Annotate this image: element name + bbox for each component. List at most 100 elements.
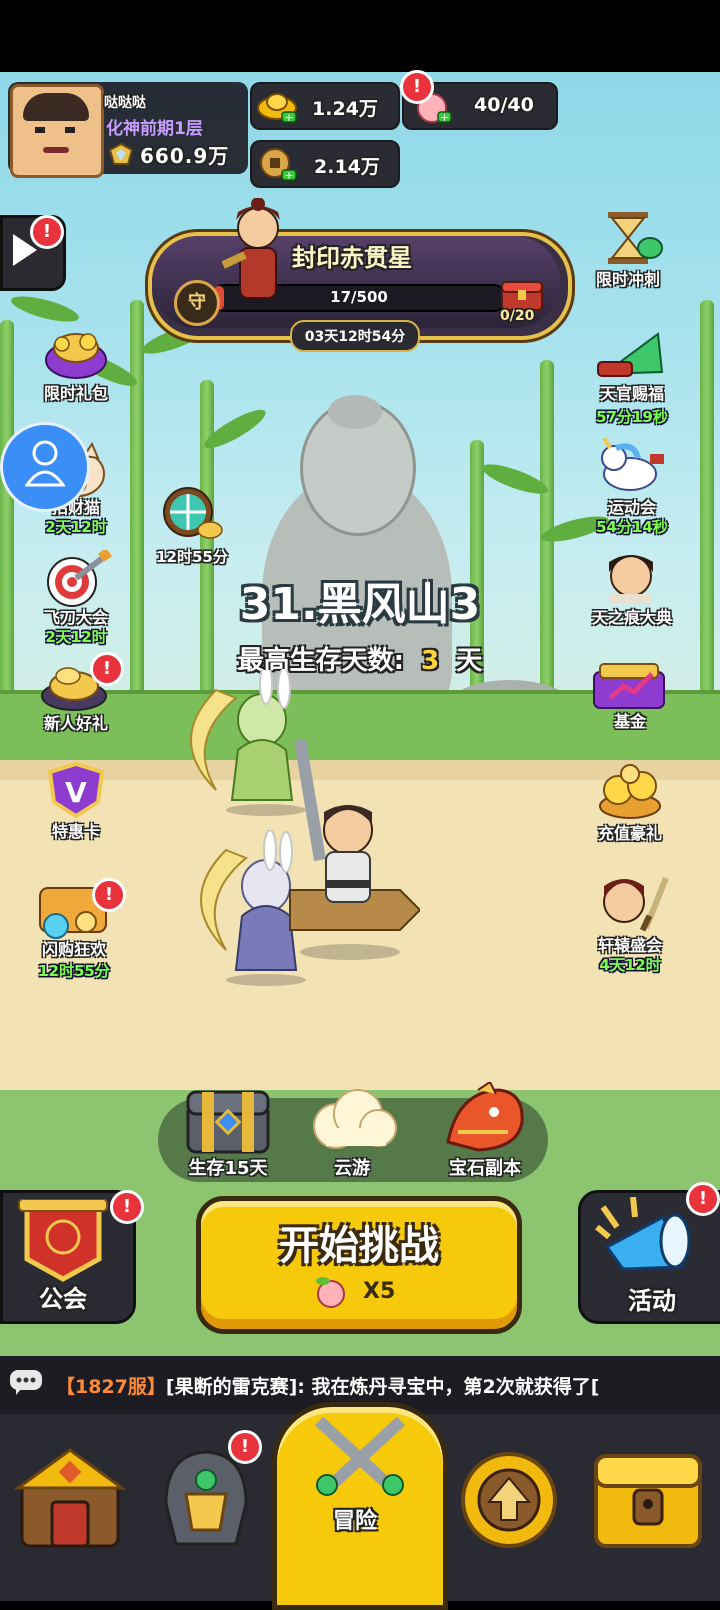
- guild-alert-badge: !: [110, 1190, 144, 1224]
- bamboo-decoration: [0, 320, 14, 700]
- limited-gift-pack-button[interactable]: 限时礼包: [36, 322, 116, 406]
- right-menu-timer: 4天12时: [599, 956, 661, 974]
- heaven-scar-ceremony-button[interactable]: 天之痕大典: [580, 546, 684, 630]
- avatar-eye: [65, 127, 75, 133]
- right-menu-label: 天官赐福: [599, 384, 664, 403]
- mode-label: 生存15天: [188, 1158, 268, 1179]
- heavenly-blessing-button[interactable]: 天官赐福 57分19秒: [586, 322, 676, 432]
- nav-home-button[interactable]: [4, 1430, 136, 1580]
- left-menu-timer: 2天12时: [45, 518, 107, 536]
- right-menu-label: 轩辕盛会: [597, 936, 662, 955]
- wheel-timer: 12时55分: [156, 548, 228, 566]
- stamina-alert-badge: !: [400, 70, 434, 104]
- status-bar: [0, 0, 720, 72]
- sports-meet-button[interactable]: 运动会 54分14秒: [586, 436, 676, 546]
- survival-unit: 天: [456, 646, 483, 676]
- flying-knife-event-button[interactable]: 飞刀大会 2天12时: [36, 548, 116, 648]
- sword-hero-icon: [594, 872, 670, 934]
- right-menu-timer: 57分19秒: [596, 408, 668, 426]
- left-menu-label: 特惠卡: [51, 822, 100, 841]
- left-menu-label: 闪购狂欢: [41, 940, 106, 959]
- right-menu-timer: 54分14秒: [596, 518, 668, 536]
- coin-pile-icon: [594, 764, 666, 820]
- treasure-chest-icon[interactable]: [498, 276, 546, 312]
- user-profile-button[interactable]: [0, 422, 90, 512]
- copper-coin-icon: +: [256, 146, 298, 182]
- dragon-icon: [438, 1080, 530, 1154]
- gold-ingot-icon: +: [256, 88, 298, 124]
- left-menu-label: 飞刀大会: [43, 608, 108, 627]
- coin-amount: 2.14万: [314, 156, 380, 178]
- nav-adventure-button[interactable]: 冒险: [272, 1402, 448, 1610]
- stamina-amount: 40/40: [474, 94, 534, 116]
- chat-bubble-icon: [8, 1368, 44, 1396]
- peach-cost-icon: [313, 1275, 349, 1309]
- svg-text:+: +: [284, 169, 293, 182]
- bamboo-decoration: [130, 300, 144, 720]
- gold-amount: 1.24万: [312, 98, 378, 120]
- survival-mode-button[interactable]: 生存15天: [178, 1080, 278, 1180]
- svg-text:+: +: [440, 111, 449, 124]
- mode-label: 云游: [334, 1158, 370, 1179]
- survival-value: 3: [421, 646, 440, 676]
- left-menu-timer: 12时55分: [38, 962, 110, 980]
- avatar-hair: [23, 93, 89, 121]
- player-avatar[interactable]: [10, 84, 104, 178]
- activity-alert-badge: !: [686, 1182, 720, 1216]
- stage-title: 31.黑风山3: [239, 579, 481, 630]
- start-challenge-label: 开始挑战: [279, 1223, 439, 1269]
- special-card-button[interactable]: V 特惠卡: [34, 760, 118, 844]
- xuanyuan-festival-button[interactable]: 轩辕盛会 4天12时: [586, 870, 676, 980]
- left-menu-label: 新人好礼: [43, 714, 108, 733]
- fan-icon: [594, 324, 668, 380]
- shield-icon: 守: [174, 280, 220, 326]
- flash-sale-alert-badge: !: [92, 878, 126, 912]
- event-timer-pill: 03天12时54分: [290, 320, 420, 352]
- svg-text:V: V: [65, 776, 87, 809]
- chat-message-line: 【1827服】[果断的雷克赛]: 我在炼丹寻宝中，第2次就获得了[: [56, 1372, 716, 1399]
- player-realm: 化神前期1层: [106, 119, 203, 139]
- right-menu-label: 天之痕大典: [591, 608, 672, 627]
- crossed-swords-icon: [305, 1411, 415, 1501]
- left-menu-timer: 2天12时: [45, 628, 107, 646]
- statue-topknot: [328, 395, 382, 429]
- castle-icon: [13, 1444, 127, 1554]
- guild-banner-icon: [13, 1198, 113, 1283]
- target-knife-icon: [42, 548, 114, 610]
- avatar-eye: [35, 127, 45, 133]
- nav-upgrade-button[interactable]: [446, 1430, 570, 1580]
- limited-sprint-button[interactable]: 限时冲刺: [586, 208, 672, 292]
- cloud-travel-mode-button[interactable]: 云游: [302, 1080, 402, 1180]
- user-icon: [24, 439, 66, 489]
- horn-icon: [593, 1196, 703, 1281]
- mode-label: 宝石副本: [449, 1158, 521, 1179]
- right-menu-label: 限时冲刺: [595, 270, 660, 289]
- vip-shield-icon: V: [44, 761, 108, 819]
- unicorn-icon: [594, 436, 668, 496]
- gem-dungeon-mode-button[interactable]: 宝石副本: [430, 1080, 540, 1180]
- event-chest-count: 0/20: [500, 308, 535, 324]
- right-menu-label: 运动会: [607, 498, 656, 517]
- event-hero-portrait: [221, 197, 294, 308]
- bamboo-decoration: [700, 300, 714, 700]
- coin-currency[interactable]: + 2.14万: [250, 140, 400, 188]
- start-challenge-button[interactable]: 开始挑战 X5: [196, 1196, 522, 1334]
- power-icon: [108, 142, 134, 166]
- video-alert-badge: !: [30, 215, 64, 249]
- recharge-gift-button[interactable]: 充值豪礼: [586, 762, 676, 846]
- lucky-wheel-button[interactable]: 12时55分: [148, 480, 238, 570]
- player-panel[interactable]: 哒哒哒 化神前期1层 660.9万: [8, 82, 248, 178]
- gold-currency[interactable]: + 1.24万: [250, 82, 400, 130]
- svg-text:+: +: [284, 111, 293, 124]
- chat-message: [果断的雷克赛]: 我在炼丹寻宝中，第2次就获得了[: [165, 1376, 600, 1398]
- upgrade-arrow-icon: [454, 1448, 564, 1552]
- fund-button[interactable]: 基金: [586, 656, 676, 736]
- equipment-alert-badge: !: [228, 1430, 262, 1464]
- nav-storage-button[interactable]: [580, 1430, 716, 1580]
- activity-label: 活动: [628, 1287, 676, 1315]
- event-title: 封印赤贯星: [292, 244, 412, 272]
- left-menu-label: 限时礼包: [43, 384, 108, 403]
- gift-bag-icon: [40, 324, 112, 380]
- guild-label: 公会: [39, 1285, 87, 1313]
- chat-server: 【1827服】: [56, 1376, 166, 1398]
